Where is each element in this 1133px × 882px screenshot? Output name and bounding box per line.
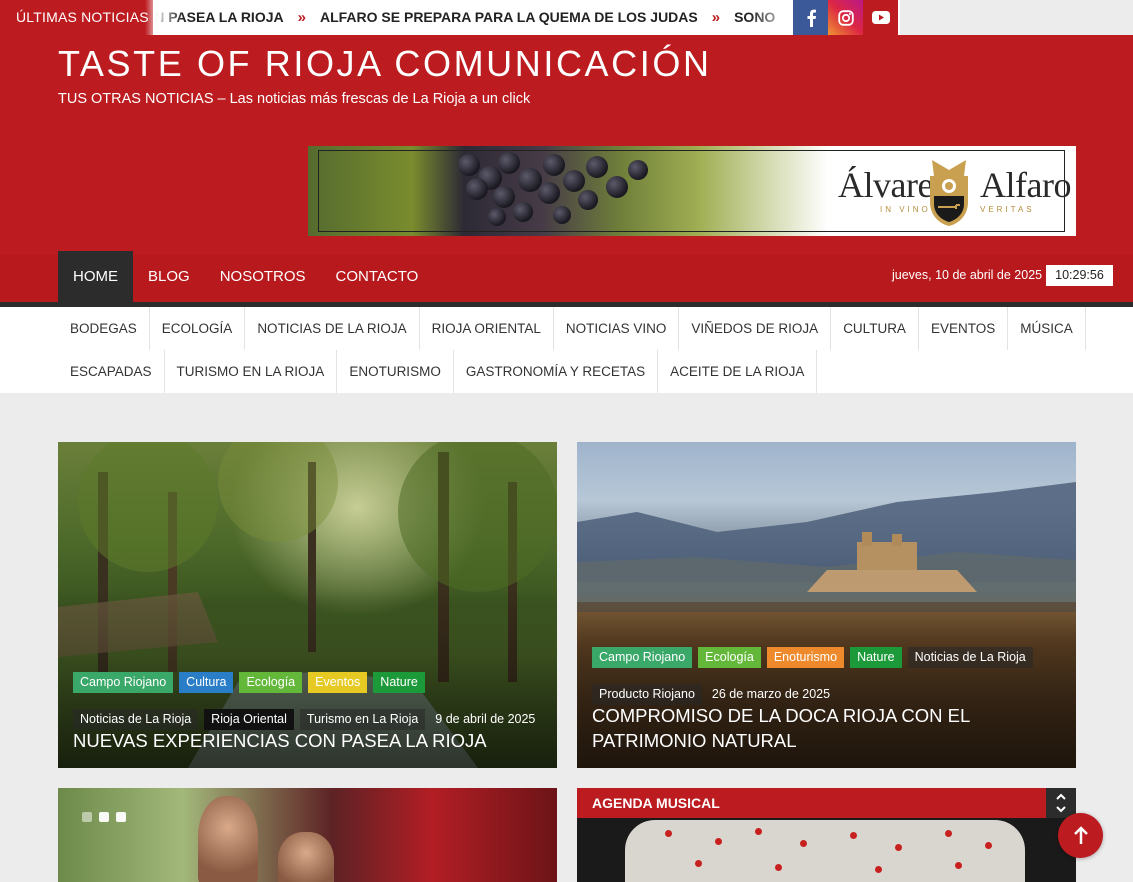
chevron-up-down-icon[interactable]: [1055, 790, 1067, 816]
category-escapadas[interactable]: ESCAPADAS: [58, 350, 165, 393]
tag-ecologia[interactable]: Ecología: [698, 647, 761, 668]
facebook-icon[interactable]: [793, 0, 828, 35]
category-gastronomia[interactable]: GASTRONOMÍA Y RECETAS: [454, 350, 659, 393]
slider-dot[interactable]: [99, 812, 109, 822]
ticker-track: S CON PASEA LA RIOJA» ALFARO SE PREPARA P…: [120, 0, 775, 35]
current-date: jueves, 10 de abril de 2025: [892, 268, 1043, 282]
slider-card[interactable]: [58, 788, 557, 882]
category-rioja-oriental[interactable]: RIOJA ORIENTAL: [420, 307, 554, 350]
youtube-icon[interactable]: [863, 0, 898, 35]
tag-producto-riojano[interactable]: Producto Riojano: [592, 684, 702, 705]
category-cultura[interactable]: CULTURA: [831, 307, 919, 350]
category-noticias-vino[interactable]: NOTICIAS VINO: [554, 307, 680, 350]
post-meta: Campo Riojano Ecología Enoturismo Nature…: [592, 647, 1062, 705]
nav-nosotros[interactable]: NOSOTROS: [205, 251, 321, 302]
post-date: 9 de abril de 2025: [435, 712, 536, 726]
nav-blog[interactable]: BLOG: [133, 251, 205, 302]
slider-dots: [82, 812, 126, 822]
category-nav: BODEGAS ECOLOGÍA NOTICIAS DE LA RIOJA RI…: [0, 307, 1133, 393]
brand-motto-right: VERITAS: [980, 205, 1035, 214]
tag-campo-riojano[interactable]: Campo Riojano: [592, 647, 693, 668]
featured-post-card[interactable]: Campo Riojano Cultura Ecología Eventos N…: [58, 442, 557, 768]
tag-eventos[interactable]: Eventos: [308, 672, 368, 693]
ticker-separator: »: [711, 9, 721, 26]
post-meta: Campo Riojano Cultura Ecología Eventos N…: [73, 672, 543, 730]
agenda-header: AGENDA MUSICAL: [577, 788, 1076, 818]
category-noticias-rioja[interactable]: NOTICIAS DE LA RIOJA: [245, 307, 420, 350]
back-to-top-button[interactable]: [1058, 813, 1103, 858]
tag-nature[interactable]: Nature: [850, 647, 902, 668]
nav-contacto[interactable]: CONTACTO: [321, 251, 434, 302]
site-description: TUS OTRAS NOTICIAS – Las noticias más fr…: [58, 91, 531, 107]
news-ticker: S CON PASEA LA RIOJA» ALFARO SE PREPARA P…: [0, 0, 900, 35]
arrow-up-icon: [1073, 825, 1088, 844]
category-musica[interactable]: MÚSICA: [1008, 307, 1086, 350]
tag-rioja-oriental[interactable]: Rioja Oriental: [204, 709, 294, 730]
tag-campo-riojano[interactable]: Campo Riojano: [73, 672, 174, 693]
tag-turismo[interactable]: Turismo en La Rioja: [299, 709, 426, 730]
instagram-icon[interactable]: [828, 0, 863, 35]
site-title[interactable]: TASTE OF RIOJA COMUNICACIÓN: [58, 43, 712, 85]
featured-post-card[interactable]: Campo Riojano Ecología Enoturismo Nature…: [577, 442, 1076, 768]
person-image: [278, 832, 334, 882]
ticker-label: ÚLTIMAS NOTICIAS: [0, 0, 161, 35]
site-header: TASTE OF RIOJA COMUNICACIÓN TUS OTRAS NO…: [0, 35, 1133, 255]
slider-dot[interactable]: [116, 812, 126, 822]
tag-cultura[interactable]: Cultura: [179, 672, 234, 693]
ticker-item[interactable]: ALFARO SE PREPARA PARA LA QUEMA DE LOS J…: [320, 0, 698, 34]
shield-logo-icon: [930, 160, 968, 226]
agenda-musical-widget: AGENDA MUSICAL: [577, 788, 1076, 882]
tag-nature[interactable]: Nature: [373, 672, 425, 693]
category-turismo[interactable]: TURISMO EN LA RIOJA: [165, 350, 338, 393]
tag-noticias-rioja[interactable]: Noticias de La Rioja: [73, 709, 199, 730]
agenda-image[interactable]: [625, 820, 1025, 882]
tag-ecologia[interactable]: Ecología: [239, 672, 303, 693]
ad-banner[interactable]: Álvarez Alfaro IN VINO VERITAS: [308, 146, 1076, 236]
nav-home[interactable]: HOME: [58, 251, 133, 302]
person-image: [198, 796, 258, 882]
agenda-title: AGENDA MUSICAL: [592, 795, 720, 811]
category-eventos[interactable]: EVENTOS: [919, 307, 1009, 350]
brand-motto-left: IN VINO: [880, 205, 931, 214]
post-title[interactable]: NUEVAS EXPERIENCIAS CON PASEA LA RIOJA: [73, 728, 543, 753]
ticker-fade-right: [750, 0, 795, 35]
main-nav: HOME BLOG NOSOTROS CONTACTO jueves, 10 d…: [0, 251, 1133, 302]
category-ecologia[interactable]: ECOLOGÍA: [150, 307, 246, 350]
category-aceite[interactable]: ACEITE DE LA RIOJA: [658, 350, 818, 393]
category-bodegas[interactable]: BODEGAS: [58, 307, 150, 350]
slider-dot[interactable]: [82, 812, 92, 822]
category-enoturismo[interactable]: ENOTURISMO: [337, 350, 454, 393]
category-vinedos[interactable]: VIÑEDOS DE RIOJA: [679, 307, 832, 350]
ticker-separator: »: [297, 9, 306, 26]
tag-enoturismo[interactable]: Enoturismo: [766, 647, 845, 668]
tag-noticias-rioja[interactable]: Noticias de La Rioja: [907, 647, 1033, 668]
brand-name-right: Alfaro: [980, 165, 1071, 205]
current-time: 10:29:56: [1046, 265, 1113, 286]
post-title[interactable]: COMPROMISO DE LA DOCA RIOJA CON EL PATRI…: [592, 703, 1062, 753]
post-date: 26 de marzo de 2025: [711, 687, 831, 701]
